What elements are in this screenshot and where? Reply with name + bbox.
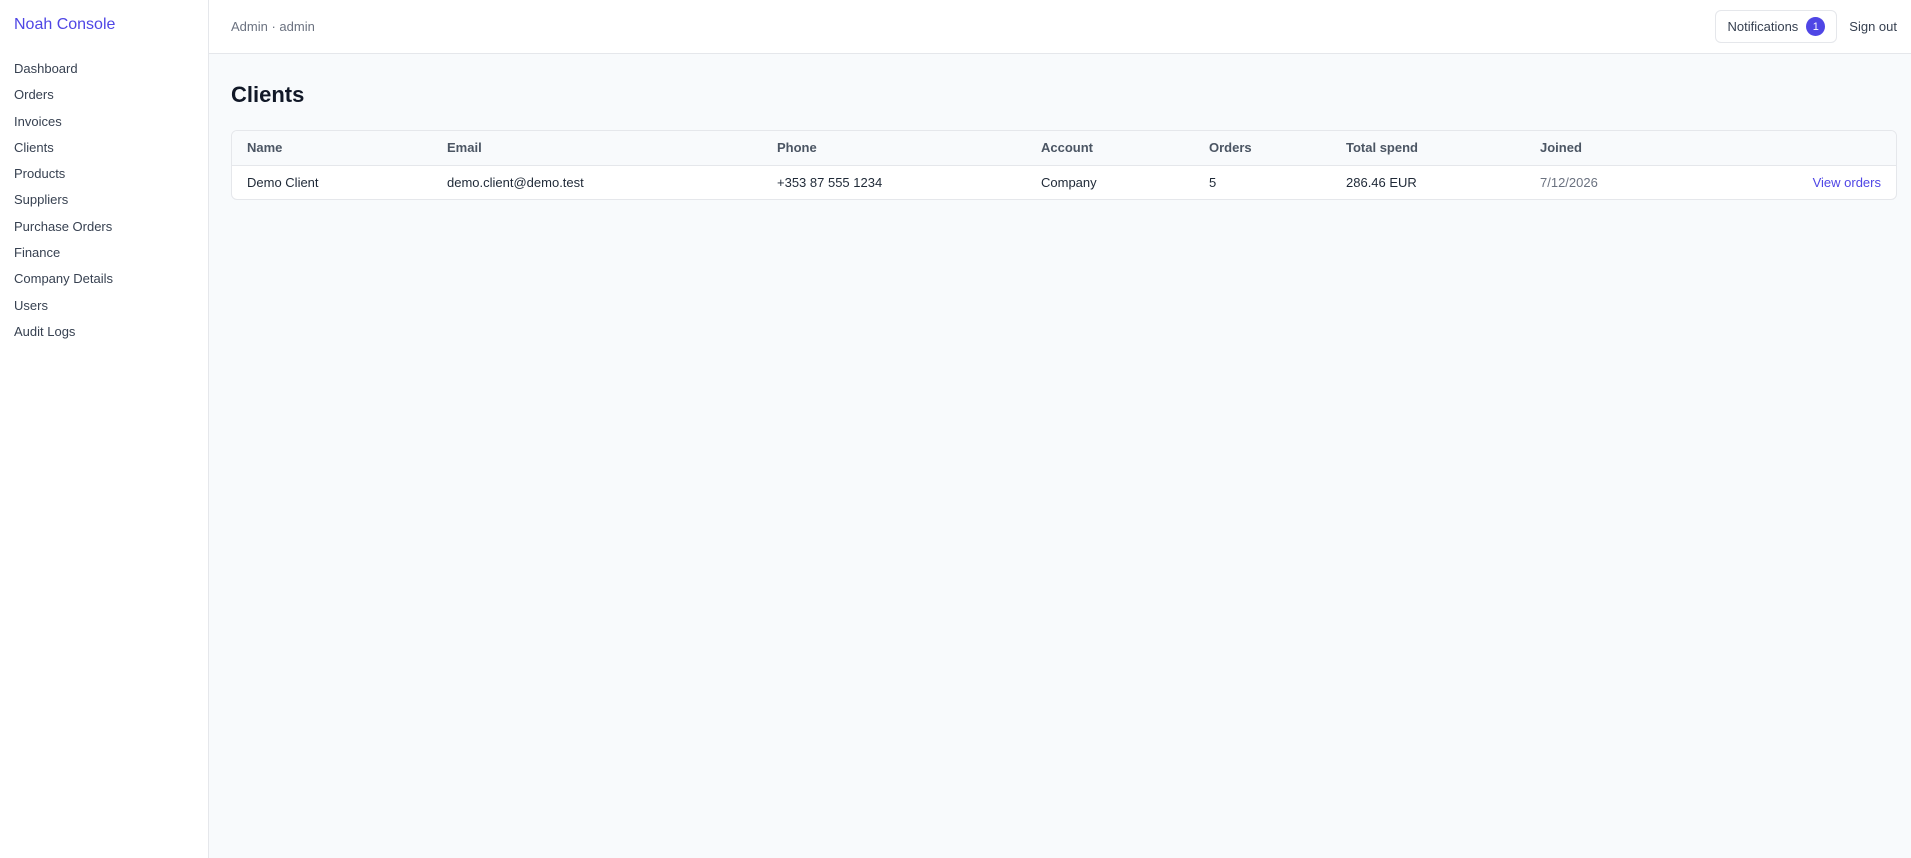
top-bar: Admin · admin Notifications 1 Sign out [209, 0, 1911, 54]
cell-total-spend: 286.46 EUR [1346, 174, 1417, 190]
column-header-total-spend: Total spend [1346, 140, 1418, 156]
main-area: Admin · admin Notifications 1 Sign out C… [209, 0, 1911, 858]
app-brand-link[interactable]: Noah Console [14, 14, 208, 36]
notifications-label: Notifications [1727, 19, 1799, 34]
column-header-email: Email [447, 140, 482, 156]
column-header-phone: Phone [777, 140, 817, 156]
table-header-row: Name Email Phone Account Orders Total sp… [232, 131, 1896, 165]
notifications-button[interactable]: Notifications 1 [1715, 10, 1838, 43]
top-actions: Notifications 1 Sign out [1715, 10, 1897, 43]
column-header-name: Name [247, 140, 283, 156]
page-title: Clients [231, 82, 305, 107]
sidebar-item-products[interactable]: Products [14, 161, 208, 187]
sidebar-item-invoices[interactable]: Invoices [14, 109, 208, 135]
sidebar-item-company-details[interactable]: Company Details [14, 266, 208, 292]
sidebar-item-suppliers[interactable]: Suppliers [14, 187, 208, 213]
column-header-account: Account [1041, 140, 1093, 156]
clients-table: Name Email Phone Account Orders Total sp… [232, 131, 1896, 199]
sidebar: Noah Console Dashboard Orders Invoices C… [0, 0, 209, 858]
sign-out-link[interactable]: Sign out [1849, 19, 1897, 34]
cell-email: demo.client@demo.test [447, 174, 584, 190]
cell-account: Company [1041, 174, 1097, 190]
current-user-label: Admin · admin [231, 19, 315, 34]
cell-joined: 7/12/2026 [1540, 174, 1598, 190]
notifications-count-badge: 1 [1806, 17, 1826, 36]
sidebar-item-purchase-orders[interactable]: Purchase Orders [14, 214, 208, 240]
table-row: Demo Client demo.client@demo.test +353 8… [232, 165, 1896, 199]
column-header-actions [1705, 131, 1896, 165]
cell-actions: View orders [1705, 165, 1896, 199]
sidebar-item-dashboard[interactable]: Dashboard [14, 56, 208, 82]
view-orders-link[interactable]: View orders [1813, 175, 1881, 190]
cell-orders: 5 [1209, 174, 1217, 190]
column-header-orders: Orders [1209, 140, 1252, 156]
sidebar-item-finance[interactable]: Finance [14, 240, 208, 266]
sidebar-item-orders[interactable]: Orders [14, 82, 208, 108]
sidebar-nav: Dashboard Orders Invoices Clients Produc… [14, 56, 208, 345]
sidebar-item-clients[interactable]: Clients [14, 135, 208, 161]
sidebar-item-users[interactable]: Users [14, 293, 208, 319]
sidebar-item-audit-logs[interactable]: Audit Logs [14, 319, 208, 345]
column-header-joined: Joined [1540, 140, 1582, 156]
cell-phone: +353 87 555 1234 [777, 174, 883, 190]
cell-name: Demo Client [247, 174, 319, 190]
clients-table-container: Name Email Phone Account Orders Total sp… [231, 130, 1897, 200]
page-content: Clients Name Email Phone Account Orders … [209, 54, 1911, 200]
